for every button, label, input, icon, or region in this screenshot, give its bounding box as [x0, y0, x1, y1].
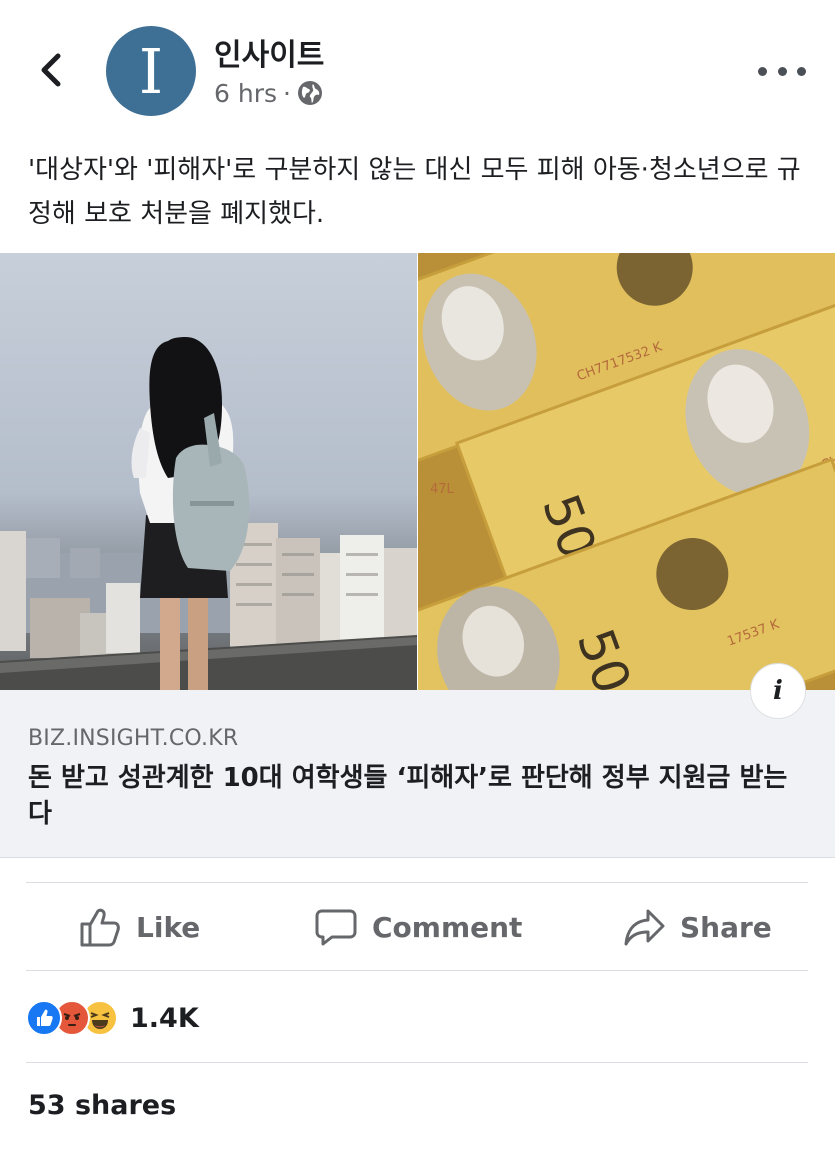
serial-text: 47L [430, 482, 455, 497]
comment-label: Comment [372, 910, 523, 944]
like-button[interactable]: Like [78, 884, 200, 970]
post-meta: 6 hrs · [214, 76, 323, 110]
meta-separator: · [283, 78, 291, 108]
divider [26, 970, 808, 971]
like-reaction-icon [26, 1000, 62, 1036]
link-title: 돈 받고 성관계한 10대 여학생들 ‘피해자’로 판단해 정부 지원금 받는다 [28, 763, 788, 829]
post-time[interactable]: 6 hrs [214, 79, 277, 108]
reaction-count: 1.4K [130, 1002, 199, 1034]
share-icon [624, 909, 665, 946]
like-label: Like [136, 910, 201, 944]
back-button[interactable] [30, 48, 74, 92]
thumbs-up-icon [80, 908, 120, 947]
more-options-button[interactable] [758, 56, 806, 86]
post-text: '대상자'와 '피해자'로 구분하지 않는 대신 모두 피해 아동·청소년으로 … [28, 155, 801, 229]
info-button[interactable]: i [750, 663, 806, 719]
more-horizontal-icon [758, 66, 767, 76]
share-button[interactable]: Share [622, 884, 772, 970]
comment-button[interactable]: Comment [314, 884, 522, 970]
more-dot [777, 66, 787, 76]
50000-won-banknotes-photo: CH7717532 K 50000 CH 77 50000 17537 K [418, 253, 835, 690]
post-header: I 인사이트 6 hrs · [0, 0, 835, 140]
shares-count[interactable]: 53 shares [28, 1090, 176, 1121]
divider [26, 882, 808, 883]
link-preview[interactable]: BIZ.INSIGHT.CO.KR 돈 받고 성관계한 10대 여학생들 ‘피해… [0, 690, 835, 858]
comment-icon [315, 909, 357, 946]
page-name[interactable]: 인사이트 [214, 30, 324, 74]
chevron-left-icon [41, 53, 61, 87]
info-icon: i [773, 676, 783, 706]
more-dot [797, 66, 806, 76]
globe-icon [297, 81, 322, 105]
girl-on-rooftop-photo [0, 253, 417, 690]
avatar-letter: I [138, 35, 164, 108]
divider [26, 1062, 808, 1063]
link-domain: BIZ.INSIGHT.CO.KR [28, 726, 239, 751]
action-bar: Like Comment Share [0, 884, 835, 970]
share-label: Share [680, 910, 772, 944]
post-image[interactable]: CH7717532 K 50000 CH 77 50000 17537 K [0, 253, 835, 690]
reactions-summary[interactable]: 1.4K [26, 996, 199, 1040]
page-avatar[interactable]: I [106, 26, 196, 116]
